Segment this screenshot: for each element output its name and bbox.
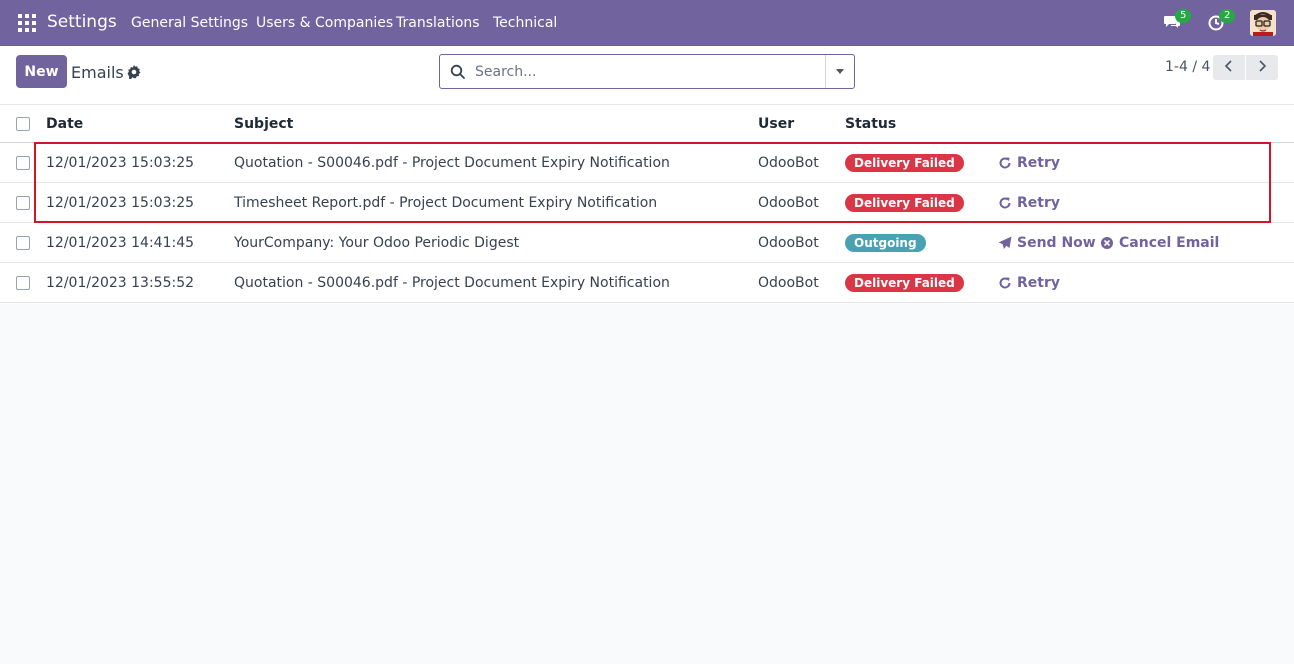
column-header-status[interactable]: Status [845,105,896,143]
new-button[interactable]: New [16,55,67,88]
row-user: OdooBot [758,235,819,251]
send-now-label: Send Now [1017,235,1096,251]
pager-next-button[interactable] [1246,55,1278,80]
column-header-subject[interactable]: Subject [234,105,293,143]
row-subject: Quotation - S00046.pdf - Project Documen… [234,155,670,171]
page-title: Emails [71,63,124,82]
retry-label: Retry [1017,195,1060,211]
search-bar [439,54,855,89]
paper-plane-icon [998,236,1012,249]
row-subject: YourCompany: Your Odoo Periodic Digest [234,235,520,251]
row-user: OdooBot [758,275,819,291]
search-icon [450,64,466,80]
table-row[interactable]: 12/01/2023 13:55:52 Quotation - S00046.p… [0,263,1294,303]
cancel-circle-icon [1101,237,1113,249]
retry-label: Retry [1017,155,1060,171]
row-checkbox[interactable] [16,156,30,170]
row-checkbox[interactable] [16,236,30,250]
table-row[interactable]: 12/01/2023 14:41:45 YourCompany: Your Od… [0,223,1294,263]
row-checkbox[interactable] [16,196,30,210]
menu-technical[interactable]: Technical [493,15,557,31]
table-row[interactable]: 12/01/2023 15:03:25 Quotation - S00046.p… [0,143,1294,183]
pager-value[interactable]: 1-4 / 4 [1165,59,1210,75]
menu-translations[interactable]: Translations [396,15,480,31]
table-row[interactable]: 12/01/2023 15:03:25 Timesheet Report.pdf… [0,183,1294,223]
cancel-email-label: Cancel Email [1119,235,1220,251]
row-status: Delivery Failed [845,143,964,183]
retry-icon [999,197,1011,209]
retry-icon [999,277,1011,289]
user-avatar[interactable] [1250,10,1276,36]
menu-users-companies[interactable]: Users & Companies [256,15,393,31]
row-checkbox[interactable] [16,276,30,290]
search-options-toggle[interactable] [825,55,854,88]
row-status: Outgoing [845,223,926,263]
status-badge: Delivery Failed [845,154,964,172]
row-user: OdooBot [758,155,819,171]
emails-list: Date Subject User Status 12/01/2023 15:0… [0,105,1294,303]
row-date: 12/01/2023 14:41:45 [46,235,195,251]
messages-count-badge: 5 [1175,9,1192,23]
row-status: Delivery Failed [845,263,964,303]
activities-icon[interactable]: 2 [1207,9,1236,33]
row-date: 12/01/2023 15:03:25 [46,195,195,211]
gear-icon[interactable] [127,64,141,80]
activities-count-badge: 2 [1219,9,1236,23]
pager-previous-button[interactable] [1213,55,1245,80]
cancel-email-button[interactable]: Cancel Email [1100,223,1219,263]
select-all-checkbox[interactable] [16,117,30,131]
status-badge: Outgoing [845,234,926,252]
status-badge: Delivery Failed [845,194,964,212]
search-input[interactable] [475,61,815,83]
retry-label: Retry [1017,275,1060,291]
retry-button[interactable]: Retry [998,183,1060,223]
retry-button[interactable]: Retry [998,143,1060,183]
column-header-user[interactable]: User [758,105,794,143]
status-badge: Delivery Failed [845,274,964,292]
row-date: 12/01/2023 13:55:52 [46,275,195,291]
apps-menu-icon[interactable] [18,14,36,32]
retry-icon [999,157,1011,169]
row-status: Delivery Failed [845,183,964,223]
send-now-button[interactable]: Send Now [998,223,1096,263]
table-header: Date Subject User Status [0,105,1294,143]
control-panel: New Emails 1-4 / 4 [0,46,1294,105]
messages-icon[interactable]: 5 [1163,9,1192,33]
top-navbar: Settings General Settings Users & Compan… [0,0,1294,46]
retry-button[interactable]: Retry [998,263,1060,303]
row-subject: Quotation - S00046.pdf - Project Documen… [234,275,670,291]
row-subject: Timesheet Report.pdf - Project Document … [234,195,658,211]
row-date: 12/01/2023 15:03:25 [46,155,195,171]
menu-general-settings[interactable]: General Settings [131,15,248,31]
row-user: OdooBot [758,195,819,211]
column-header-date[interactable]: Date [46,105,83,143]
app-name[interactable]: Settings [47,12,117,32]
